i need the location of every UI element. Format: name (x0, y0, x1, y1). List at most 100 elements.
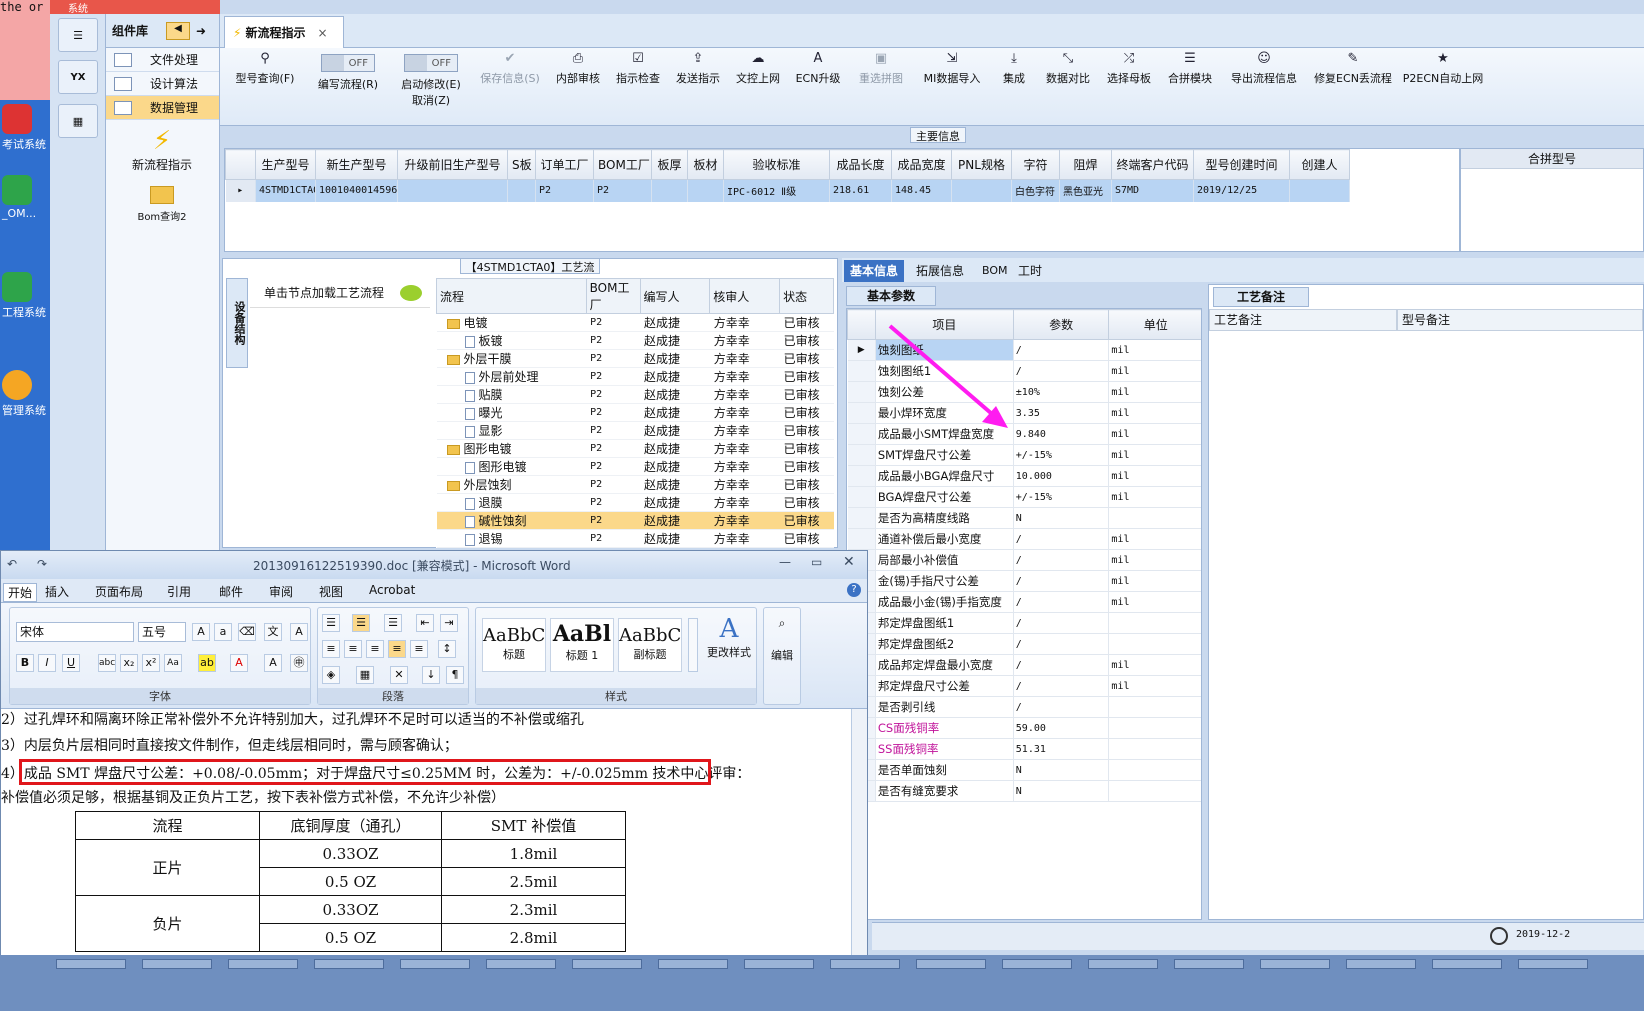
show-marks-icon[interactable]: ¶ (446, 666, 464, 684)
menu-review[interactable]: 审阅 (269, 583, 293, 600)
italic-icon[interactable]: I (38, 654, 56, 672)
param-row[interactable]: 局部最小补偿值 / mil (847, 549, 1201, 571)
taskbar-button[interactable] (1432, 959, 1502, 969)
maximize-icon[interactable]: ▭ (811, 555, 822, 569)
process-row[interactable]: 电镀 P2 赵成捷 方幸幸 已审核 (436, 313, 834, 332)
desktop-icon-om[interactable]: _OM... (2, 175, 48, 220)
main-cell-9[interactable]: 218.61 (829, 179, 892, 202)
taskbar-button[interactable] (1346, 959, 1416, 969)
multilevel-icon[interactable]: ☰ (384, 614, 402, 632)
close-icon[interactable]: ✕ (843, 554, 855, 570)
line-spacing-icon[interactable]: ↕ (438, 640, 456, 658)
taskbar-button[interactable] (1088, 959, 1158, 969)
style-scroll[interactable] (688, 618, 698, 672)
menu-mailings[interactable]: 邮件 (219, 583, 243, 600)
param-row[interactable]: 通道补偿后最小宽度 / mil (847, 528, 1201, 550)
param-row[interactable]: CS面残铜率 59.00 (847, 717, 1201, 739)
col-header-14[interactable]: 终端客户代码 (1111, 149, 1194, 180)
new-process-launcher[interactable]: ⚡ 新流程指示 (112, 126, 212, 173)
font-name-select[interactable]: 宋体 (16, 622, 134, 642)
process-row[interactable]: 外层蚀刻 P2 赵成捷 方幸幸 已审核 (436, 475, 834, 494)
menu-view[interactable]: 视图 (319, 583, 343, 600)
taskbar-button[interactable] (228, 959, 298, 969)
toolbar-button-16[interactable]: ✎ 修复ECN丢流程 (1310, 50, 1396, 122)
process-col-2[interactable]: 编写人 (639, 278, 711, 314)
bom-query-launcher[interactable]: Bom查询2 (112, 182, 212, 223)
underline-icon[interactable]: U (62, 654, 80, 672)
taskbar-button[interactable] (572, 959, 642, 969)
superscript-icon[interactable]: x² (142, 654, 160, 672)
param-value[interactable]: 10.000 (1013, 465, 1110, 487)
toolbar-button-13[interactable]: ⤮ 选择母板 (1100, 50, 1158, 122)
main-cell-7[interactable] (687, 179, 724, 202)
taskbar-button[interactable] (916, 959, 986, 969)
col-header-12[interactable]: 字符 (1011, 149, 1060, 180)
col-header-11[interactable]: PNL规格 (951, 149, 1012, 180)
nav-item-file[interactable]: 文件处理 (106, 48, 219, 72)
param-value[interactable]: / (1013, 360, 1110, 382)
param-row[interactable]: 是否为高精度线路 N (847, 507, 1201, 529)
param-value[interactable]: 9.840 (1013, 423, 1110, 445)
param-value[interactable]: N (1013, 759, 1110, 781)
align-center-icon[interactable]: ≡ (344, 640, 362, 658)
word-vertical-scrollbar[interactable] (851, 709, 867, 956)
col-header-0[interactable]: 生产型号 (255, 149, 316, 180)
process-row[interactable]: 图形电镀 P2 赵成捷 方幸幸 已审核 (436, 457, 834, 476)
shrink-font-icon[interactable]: a (214, 623, 232, 641)
justify-icon[interactable]: ≡ (388, 640, 406, 658)
clear-format-icon[interactable]: ⌫ (238, 623, 256, 641)
col-header-16[interactable]: 创建人 (1289, 149, 1350, 180)
main-cell-3[interactable] (507, 179, 536, 202)
taskbar-button[interactable] (1260, 959, 1330, 969)
toggle-switch[interactable]: OFF (404, 54, 458, 72)
char-border-icon[interactable]: A (290, 623, 308, 641)
highlight-icon[interactable]: ab (198, 654, 216, 672)
word-document[interactable]: 2）过孔焊环和隔离环除正常补偿外不允许特别加大，过孔焊环不足时可以适当的不补偿或… (1, 709, 851, 956)
param-value[interactable]: N (1013, 507, 1110, 529)
taskbar-button[interactable] (400, 959, 470, 969)
increase-indent-icon[interactable]: ⇥ (440, 614, 458, 632)
col-header-7[interactable]: 板材 (687, 149, 724, 180)
param-value[interactable]: 3.35 (1013, 402, 1110, 424)
process-row[interactable]: 图形电镀 P2 赵成捷 方幸幸 已审核 (436, 439, 834, 458)
col-header-9[interactable]: 成品长度 (829, 149, 892, 180)
taskbar-button[interactable] (314, 959, 384, 969)
process-col-1[interactable]: BOM工厂 (585, 278, 641, 314)
toggle-switch[interactable]: OFF (321, 54, 375, 72)
toolbar-button-10[interactable]: ⇲ MI数据导入 (916, 50, 988, 122)
param-value[interactable]: / (1013, 339, 1110, 361)
nav-item-data-management[interactable]: 数据管理 (106, 96, 219, 120)
param-value[interactable]: / (1013, 570, 1110, 592)
main-cell-10[interactable]: 148.45 (891, 179, 952, 202)
toolbar-button-8[interactable]: A ECN升级 (790, 50, 846, 122)
toolbar-button-4[interactable]: ⎙ 内部审核 (550, 50, 606, 122)
param-value[interactable]: / (1013, 696, 1110, 718)
toolbar-button-9[interactable]: ▣ 重选拼图 (850, 50, 912, 122)
main-cell-0[interactable]: 4STMD1CTA0 (255, 179, 316, 202)
taskbar-button[interactable] (830, 959, 900, 969)
param-row[interactable]: 是否单面蚀刻 N (847, 759, 1201, 781)
param-value[interactable]: +/-15% (1013, 444, 1110, 466)
process-row[interactable]: 外层干膜 P2 赵成捷 方幸幸 已审核 (436, 349, 834, 368)
chinese-layout-icon[interactable]: ✕ (390, 666, 408, 684)
edit-button[interactable]: 编辑 (764, 647, 800, 663)
param-row[interactable]: 邦定焊盘图纸2/ (847, 633, 1201, 655)
toolbar-button-17[interactable]: ★ P2ECN自动上网 (1400, 50, 1486, 122)
param-value[interactable]: 51.31 (1013, 738, 1110, 760)
taskbar-button[interactable] (1002, 959, 1072, 969)
process-row[interactable]: 贴膜 P2 赵成捷 方幸幸 已审核 (436, 385, 834, 404)
process-col-4[interactable]: 状态 (779, 278, 834, 314)
process-row[interactable]: 显影 P2 赵成捷 方幸幸 已审核 (436, 421, 834, 440)
main-cell-5[interactable]: P2 (593, 179, 652, 202)
decrease-indent-icon[interactable]: ⇤ (416, 614, 434, 632)
toolbar-button-1[interactable]: OFF 编写流程(R) (308, 50, 388, 122)
yx-icon[interactable]: YX (58, 60, 98, 94)
bold-icon[interactable]: B (16, 654, 34, 672)
param-row[interactable]: SS面残铜率 51.31 (847, 738, 1201, 760)
main-cell-15[interactable]: 2019/12/25 (1193, 179, 1290, 202)
col-header-10[interactable]: 成品宽度 (891, 149, 952, 180)
taskbar-button[interactable] (658, 959, 728, 969)
taskbar-button[interactable] (486, 959, 556, 969)
strikethrough-icon[interactable]: abc (98, 654, 116, 672)
taskbar-button[interactable] (1174, 959, 1244, 969)
